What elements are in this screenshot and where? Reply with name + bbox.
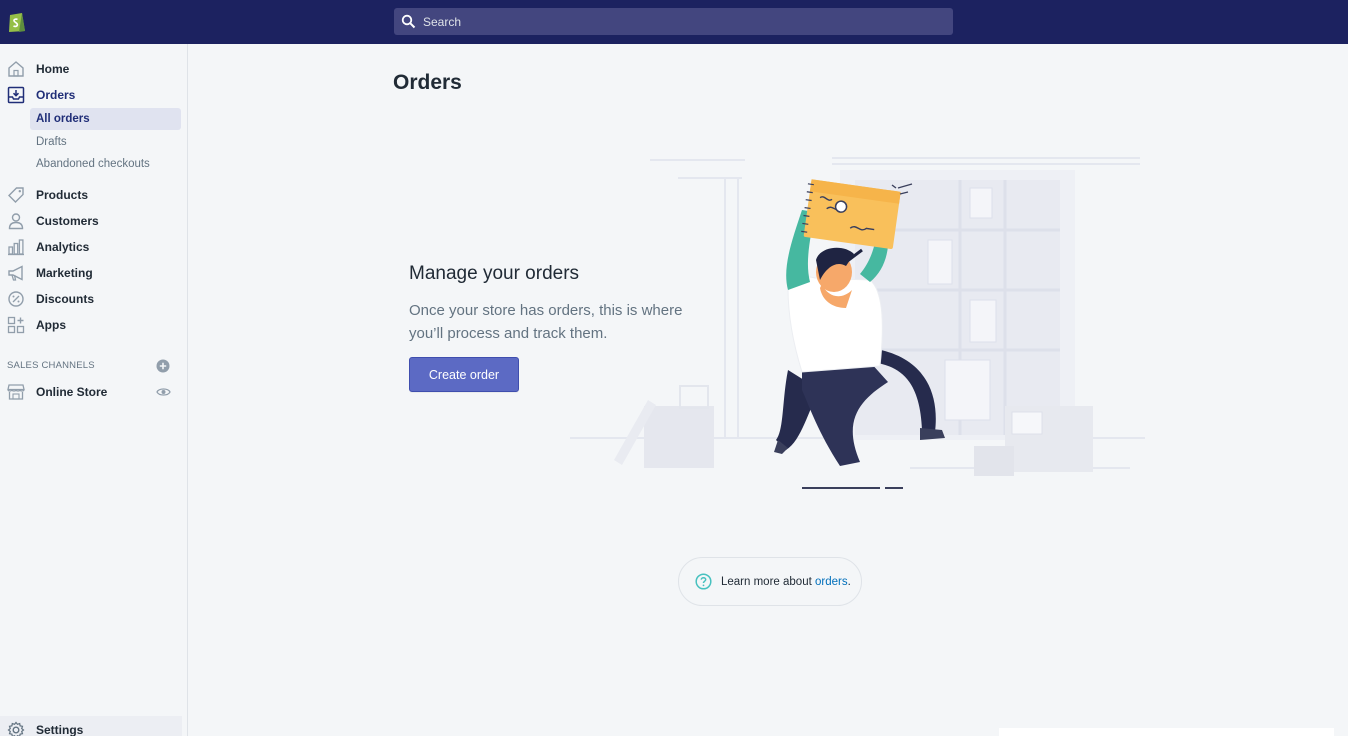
search-placeholder: Search <box>423 15 462 29</box>
sidebar-item-label: Marketing <box>36 266 93 280</box>
create-order-button[interactable]: Create order <box>409 357 519 392</box>
help-text-suffix: . <box>847 576 851 588</box>
sidebar-item-label: Home <box>36 62 70 76</box>
subitem-label: Drafts <box>36 136 67 148</box>
sidebar-item-label: Products <box>36 188 89 202</box>
search-bar[interactable]: Search <box>394 8 953 35</box>
page-title: Orders <box>393 71 462 94</box>
help-callout: Learn more about orders. <box>678 557 862 606</box>
sidebar-item-label: Discounts <box>36 292 95 306</box>
sidebar-subitem-all-orders[interactable]: All orders <box>30 108 181 130</box>
gear-icon <box>7 721 25 736</box>
eye-icon[interactable] <box>156 386 171 398</box>
help-text: Learn more about orders. <box>721 576 851 588</box>
empty-state-heading: Manage your orders <box>409 263 580 284</box>
store-icon <box>7 384 25 400</box>
sales-channels-heading: SALES CHANNELS <box>7 360 95 371</box>
sidebar-subitem-abandoned-checkouts[interactable]: Abandoned checkouts <box>30 153 181 175</box>
help-text-prefix: Learn more about <box>721 576 815 588</box>
orders-help-link[interactable]: orders <box>815 576 848 588</box>
question-circle-icon <box>695 573 712 590</box>
megaphone-icon <box>8 265 23 281</box>
sidebar-item-label: Settings <box>36 723 84 736</box>
bar-chart-icon <box>8 239 24 256</box>
subitem-label: Abandoned checkouts <box>36 158 150 170</box>
sidebar-subitem-drafts[interactable]: Drafts <box>30 131 181 153</box>
sidebar-item-label: Apps <box>36 318 66 332</box>
bottom-card-edge <box>999 728 1334 736</box>
search-icon <box>401 14 416 29</box>
sidebar-item-label: Online Store <box>36 385 108 399</box>
sidebar-item-customers[interactable]: Customers <box>0 209 188 233</box>
person-icon <box>8 213 24 230</box>
shopify-bag-icon[interactable] <box>7 10 27 33</box>
apps-icon <box>7 316 25 334</box>
sidebar-item-label: Analytics <box>36 240 90 254</box>
top-bar: Search <box>0 0 1348 44</box>
home-icon <box>8 61 24 77</box>
plus-circle-icon[interactable] <box>156 359 170 373</box>
sidebar-item-label: Orders <box>36 88 76 102</box>
sidebar-item-orders[interactable]: Orders <box>0 83 188 107</box>
discount-icon <box>8 291 24 307</box>
tag-icon <box>8 187 24 203</box>
sidebar-item-home[interactable]: Home <box>0 57 188 81</box>
sidebar-item-products[interactable]: Products <box>0 183 188 207</box>
orders-empty-illustration <box>570 157 1145 489</box>
sidebar-item-analytics[interactable]: Analytics <box>0 235 188 259</box>
sidebar-item-discounts[interactable]: Discounts <box>0 287 188 311</box>
sidebar-item-apps[interactable]: Apps <box>0 313 188 337</box>
orders-inbox-icon <box>7 86 25 104</box>
sidebar-item-marketing[interactable]: Marketing <box>0 261 188 285</box>
sidebar-item-label: Customers <box>36 214 99 228</box>
sidebar-item-settings[interactable]: Settings <box>0 718 188 736</box>
subitem-label: All orders <box>36 113 90 125</box>
sidebar: Home Orders All orders Drafts Abandoned … <box>0 44 188 736</box>
